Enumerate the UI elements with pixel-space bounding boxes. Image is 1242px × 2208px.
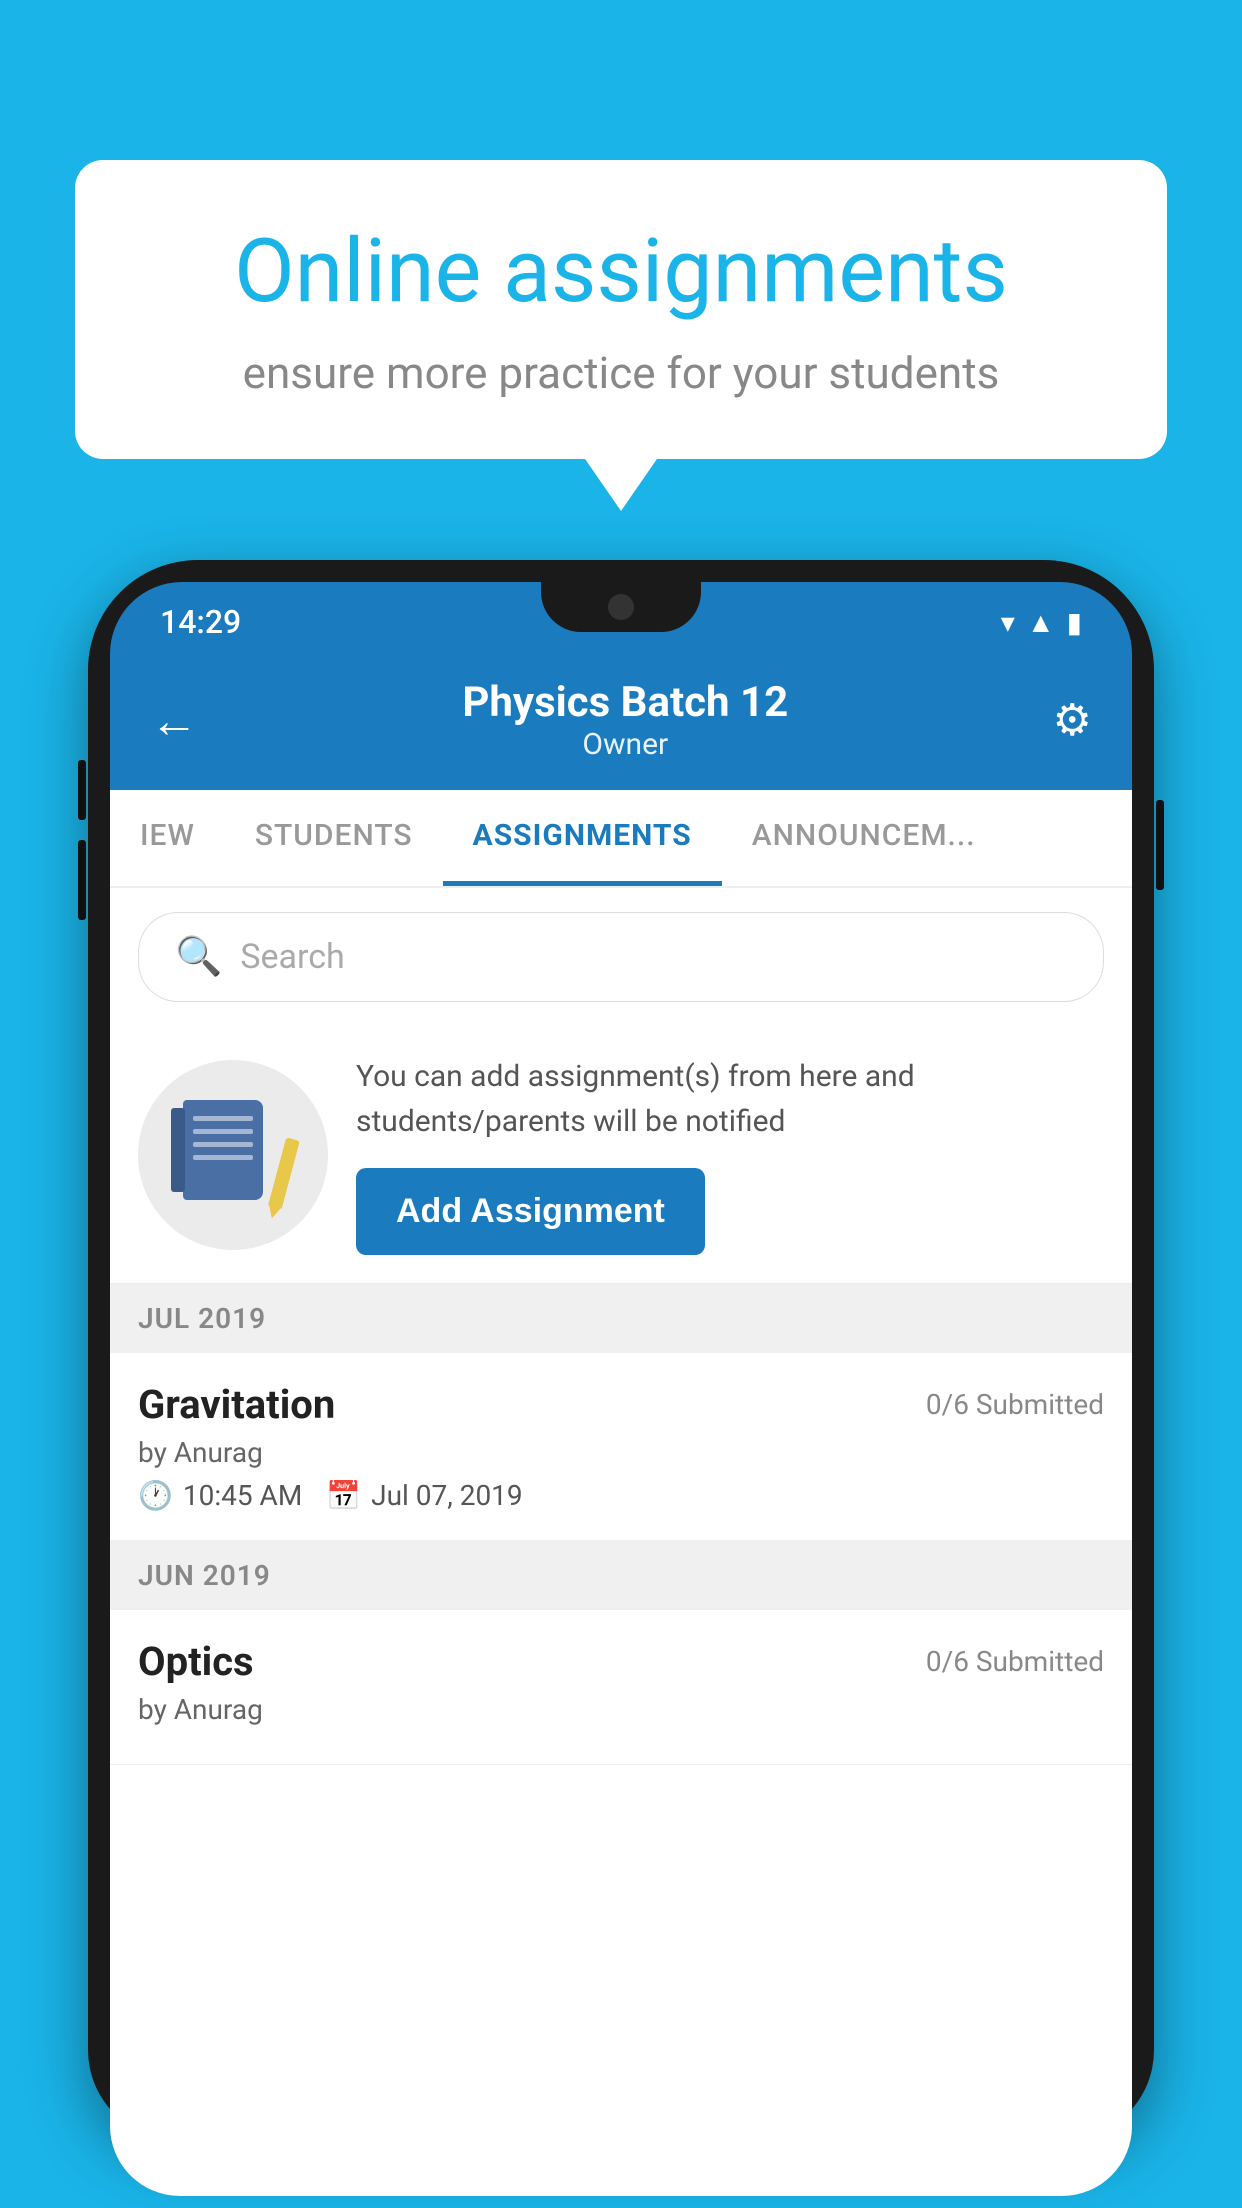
assignment-name-gravitation: Gravitation [138,1381,335,1428]
battery-icon: ▮ [1067,606,1082,639]
assignment-by-optics: by Anurag [138,1693,1104,1726]
tab-announcements[interactable]: ANNOUNCEM... [722,790,1006,886]
assignment-item-gravitation[interactable]: Gravitation 0/6 Submitted by Anurag 🕐 10… [110,1353,1132,1541]
app-bar: ← Physics Batch 12 Owner ⚙ [110,654,1132,790]
month-header-jun: JUN 2019 [110,1541,1132,1610]
time-text-gravitation: 10:45 AM [183,1479,302,1512]
speech-bubble: Online assignments ensure more practice … [75,160,1167,459]
speech-bubble-subtitle: ensure more practice for your students [145,347,1097,399]
promo-icon-circle [138,1060,328,1250]
notebook-line-1 [193,1116,253,1121]
month-label-jun: JUN 2019 [138,1559,271,1592]
promo-description: You can add assignment(s) from here and … [356,1054,1104,1144]
search-input[interactable]: 🔍 Search [138,912,1104,1002]
front-camera [608,594,634,620]
tab-assignments[interactable]: ASSIGNMENTS [443,790,722,886]
power-button[interactable] [1156,800,1164,890]
tab-iew[interactable]: IEW [110,790,225,886]
notebook-line-3 [193,1142,253,1147]
assignment-by-gravitation: by Anurag [138,1436,1104,1469]
tab-students[interactable]: STUDENTS [225,790,443,886]
assignment-meta-gravitation: 🕐 10:45 AM 📅 Jul 07, 2019 [138,1479,1104,1512]
screen-content: 🔍 Search [110,888,1132,2196]
status-bar: 14:29 ▾ ▲ ▮ [110,582,1132,654]
speech-bubble-container: Online assignments ensure more practice … [75,160,1167,459]
assignment-row1-optics: Optics 0/6 Submitted [138,1638,1104,1685]
back-button[interactable]: ← [150,692,198,749]
assignment-submitted-gravitation: 0/6 Submitted [926,1388,1104,1421]
promo-section: You can add assignment(s) from here and … [110,1026,1132,1284]
meta-date-gravitation: 📅 Jul 07, 2019 [326,1479,522,1512]
pencil-icon [268,1137,300,1208]
settings-button[interactable]: ⚙ [1053,694,1092,746]
volume-down-button[interactable] [78,840,86,920]
status-icons: ▾ ▲ ▮ [1001,606,1082,639]
speech-bubble-title: Online assignments [145,220,1097,323]
search-bar: 🔍 Search [110,888,1132,1026]
search-placeholder-text: Search [240,937,344,977]
calendar-icon: 📅 [326,1479,361,1512]
assignment-submitted-optics: 0/6 Submitted [926,1645,1104,1678]
assignment-name-optics: Optics [138,1638,254,1685]
assignment-row1: Gravitation 0/6 Submitted [138,1381,1104,1428]
volume-up-button[interactable] [78,760,86,820]
clock-icon: 🕐 [138,1479,173,1512]
promo-notebook-icon [183,1100,283,1210]
app-bar-title: Physics Batch 12 Owner [198,678,1053,762]
add-assignment-button[interactable]: Add Assignment [356,1168,705,1255]
notebook-lines [193,1116,253,1168]
month-label-jul: JUL 2019 [138,1302,266,1335]
app-bar-subtitle: Owner [198,727,1053,762]
phone-container: 14:29 ▾ ▲ ▮ ← Physics Batch 12 Owner ⚙ I… [88,560,1154,2208]
notebook [183,1100,263,1200]
phone-outer: 14:29 ▾ ▲ ▮ ← Physics Batch 12 Owner ⚙ I… [88,560,1154,2140]
status-time: 14:29 [160,603,241,641]
promo-text-area: You can add assignment(s) from here and … [356,1054,1104,1255]
search-icon: 🔍 [175,935,222,979]
date-text-gravitation: Jul 07, 2019 [371,1479,523,1512]
app-bar-title-text: Physics Batch 12 [198,678,1053,727]
assignment-item-optics[interactable]: Optics 0/6 Submitted by Anurag [110,1610,1132,1765]
notebook-line-2 [193,1129,253,1134]
wifi-icon: ▾ [1001,606,1015,639]
signal-icon: ▲ [1027,606,1055,639]
notebook-line-4 [193,1155,253,1160]
tabs-bar: IEW STUDENTS ASSIGNMENTS ANNOUNCEM... [110,790,1132,888]
meta-time-gravitation: 🕐 10:45 AM [138,1479,302,1512]
month-header-jul: JUL 2019 [110,1284,1132,1353]
notch [541,582,701,632]
